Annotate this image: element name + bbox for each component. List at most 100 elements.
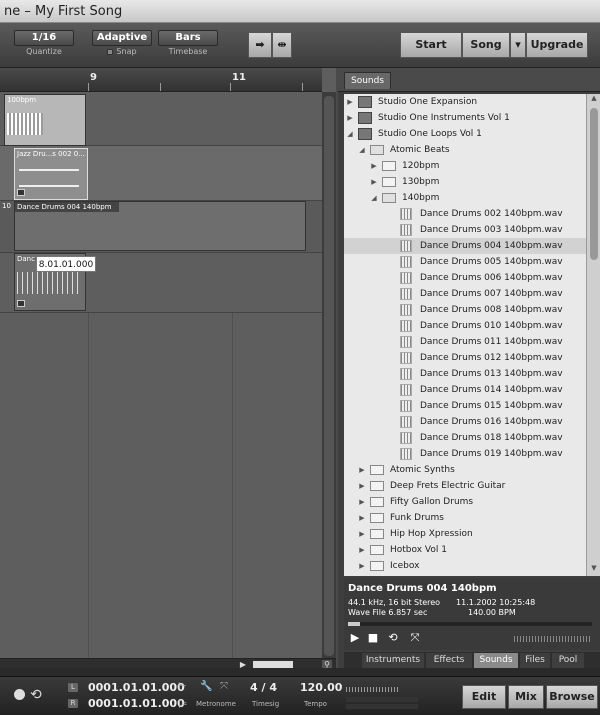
metronome-toggle-icon[interactable]: |= — [178, 699, 187, 708]
browser-panel: Sounds ▶ Studio One Expansion ▶ Studio One … — [338, 68, 600, 668]
loop-icon[interactable]: ⟲ — [384, 632, 402, 644]
snap-toggle-icon[interactable] — [107, 48, 114, 55]
file-item[interactable]: Dance Drums 014 140bpm.wav — [344, 382, 586, 398]
loop-icon[interactable]: ⟲ — [30, 687, 42, 703]
expand-arrow-icon[interactable]: ▶ — [358, 494, 366, 510]
timeline-ruler[interactable]: 9 11 — [0, 68, 322, 92]
wrench-icon[interactable]: 🔧 — [200, 681, 212, 692]
tab-pool[interactable]: Pool — [552, 653, 584, 668]
split-icon[interactable]: ⇹ — [272, 32, 292, 58]
edit-button[interactable]: Edit — [462, 685, 506, 709]
expand-arrow-icon[interactable]: ▶ — [346, 94, 354, 110]
punch-icon[interactable]: ⊢ — [178, 681, 187, 692]
expand-arrow-icon[interactable]: ▶ — [358, 558, 366, 574]
file-item[interactable]: Dance Drums 005 140bpm.wav — [344, 254, 586, 270]
tab-sounds-bottom[interactable]: Sounds — [474, 653, 518, 668]
folder-item[interactable]: ◢ Studio One Loops Vol 1 — [344, 126, 586, 142]
collapse-arrow-icon[interactable]: ◢ — [346, 126, 354, 142]
stop-icon[interactable]: ■ — [366, 632, 380, 644]
folder-item[interactable]: ◢ 140bpm — [344, 190, 586, 206]
tree-vertical-scroll-thumb[interactable] — [590, 108, 598, 260]
folder-item[interactable]: ▶ Icebox — [344, 558, 586, 574]
timebase-value[interactable]: Bars — [158, 30, 218, 46]
folder-item[interactable]: ▶ Funk Drums — [344, 510, 586, 526]
scroll-down-arrow-icon[interactable]: ▼ — [589, 564, 599, 572]
collapse-arrow-icon[interactable]: ◢ — [370, 190, 378, 206]
precount-icon[interactable]: ⤧ — [220, 681, 228, 692]
forward-arrow-icon[interactable]: ➡ — [248, 32, 272, 58]
upgrade-button[interactable]: Upgrade — [526, 32, 588, 58]
play-icon[interactable]: ▶ — [348, 632, 362, 644]
audio-event[interactable]: Dance Drums 004 140bpm — [14, 201, 306, 251]
zoom-icon[interactable]: ⚲ — [322, 660, 332, 668]
quantize-value[interactable]: 1/16 — [14, 30, 74, 46]
expand-arrow-icon[interactable]: ▶ — [358, 478, 366, 494]
file-item[interactable]: Dance Drums 015 140bpm.wav — [344, 398, 586, 414]
file-item[interactable]: Dance Drums 012 140bpm.wav — [344, 350, 586, 366]
audio-event[interactable]: 100bpm — [4, 94, 86, 146]
file-item[interactable]: Dance Drums 018 140bpm.wav — [344, 430, 586, 446]
tab-instruments[interactable]: Instruments — [362, 653, 424, 668]
file-item[interactable]: Dance Drums 002 140bpm.wav — [344, 206, 586, 222]
tab-effects[interactable]: Effects — [426, 653, 472, 668]
file-item[interactable]: Dance Drums 007 140bpm.wav — [344, 286, 586, 302]
file-item[interactable]: Dance Drums 003 140bpm.wav — [344, 222, 586, 238]
sounds-tree[interactable]: ▶ Studio One Expansion ▶ Studio One Instrum… — [344, 94, 586, 576]
song-dropdown-chevron-icon[interactable]: ▾ — [510, 32, 526, 58]
expand-arrow-icon[interactable]: ▶ — [370, 174, 378, 190]
folder-open-icon — [382, 193, 396, 203]
expand-arrow-icon[interactable]: ▶ — [370, 158, 378, 174]
mix-button[interactable]: Mix — [508, 685, 544, 709]
folder-item[interactable]: ▶ 130bpm — [344, 174, 586, 190]
file-item[interactable]: Dance Drums 019 140bpm.wav — [344, 446, 586, 462]
scroll-right-arrow-icon[interactable]: ▶ — [238, 660, 248, 668]
folder-item[interactable]: ▶ 120bpm — [344, 158, 586, 174]
folder-open-icon — [370, 145, 384, 155]
tab-files[interactable]: Files — [520, 653, 550, 668]
folder-item[interactable]: ▶ Fifty Gallon Drums — [344, 494, 586, 510]
expand-arrow-icon[interactable]: ▶ — [358, 510, 366, 526]
start-button[interactable]: Start — [400, 32, 462, 58]
folder-item[interactable]: ▶ Studio One Instruments Vol 1 — [344, 110, 586, 126]
file-item[interactable]: Dance Drums 004 140bpm.wav — [344, 238, 586, 254]
folder-item[interactable]: ▶ Hotbox Vol 1 — [344, 542, 586, 558]
tab-sounds[interactable]: Sounds — [344, 72, 392, 89]
arrange-vertical-scroll-thumb[interactable] — [324, 96, 334, 656]
left-locator-icon[interactable]: L — [68, 683, 78, 692]
folder-item[interactable]: ▶ Studio One Expansion — [344, 94, 586, 110]
expand-arrow-icon[interactable]: ▶ — [358, 542, 366, 558]
collapse-arrow-icon[interactable]: ◢ — [358, 142, 366, 158]
folder-item[interactable]: ▶ Deep Frets Electric Guitar — [344, 478, 586, 494]
expand-arrow-icon[interactable]: ▶ — [358, 526, 366, 542]
tree-vertical-scrollbar[interactable]: ▲ ▼ — [586, 94, 600, 576]
record-icon[interactable] — [14, 689, 25, 700]
song-button[interactable]: Song — [462, 32, 510, 58]
preview-progress-bar[interactable] — [348, 622, 592, 626]
file-item[interactable]: Dance Drums 016 140bpm.wav — [344, 414, 586, 430]
expand-arrow-icon[interactable]: ▶ — [346, 110, 354, 126]
folder-item[interactable]: ▶ Atomic Synths — [344, 462, 586, 478]
snap-value[interactable]: Adaptive — [92, 30, 152, 46]
file-item[interactable]: Dance Drums 011 140bpm.wav — [344, 334, 586, 350]
right-locator-icon[interactable]: R — [68, 699, 78, 708]
file-item[interactable]: Dance Drums 006 140bpm.wav — [344, 270, 586, 286]
file-item[interactable]: Dance Drums 008 140bpm.wav — [344, 302, 586, 318]
scroll-up-arrow-icon[interactable]: ▲ — [589, 94, 599, 102]
arrange-horizontal-scroll-thumb[interactable] — [253, 661, 293, 668]
tree-item-label: Dance Drums 014 140bpm.wav — [420, 385, 563, 395]
right-locator-time[interactable]: 0001.01.01.000 — [88, 697, 185, 710]
arrange-view[interactable]: 9 11 100bpm Jazz Dru...s 002 0... 10 Dan… — [0, 68, 336, 668]
arrange-vertical-scrollbar[interactable] — [322, 92, 336, 662]
file-item[interactable]: Dance Drums 010 140bpm.wav — [344, 318, 586, 334]
browse-button[interactable]: Browse — [546, 685, 598, 709]
arrange-horizontal-scrollbar[interactable]: ▶ ⚲ — [0, 658, 336, 668]
timesig-value[interactable]: 4 / 4 — [250, 681, 277, 694]
audio-event[interactable]: Jazz Dru...s 002 0... — [14, 148, 88, 200]
folder-item[interactable]: ◢ Atomic Beats — [344, 142, 586, 158]
file-item[interactable]: Dance Drums 013 140bpm.wav — [344, 366, 586, 382]
tempo-value[interactable]: 120.00 — [300, 681, 342, 694]
tempo-follow-icon[interactable]: ⤧ — [408, 632, 422, 644]
folder-item[interactable]: ▶ Hip Hop Xpression — [344, 526, 586, 542]
left-locator-time[interactable]: 0001.01.01.000 — [88, 681, 185, 694]
expand-arrow-icon[interactable]: ▶ — [358, 462, 366, 478]
